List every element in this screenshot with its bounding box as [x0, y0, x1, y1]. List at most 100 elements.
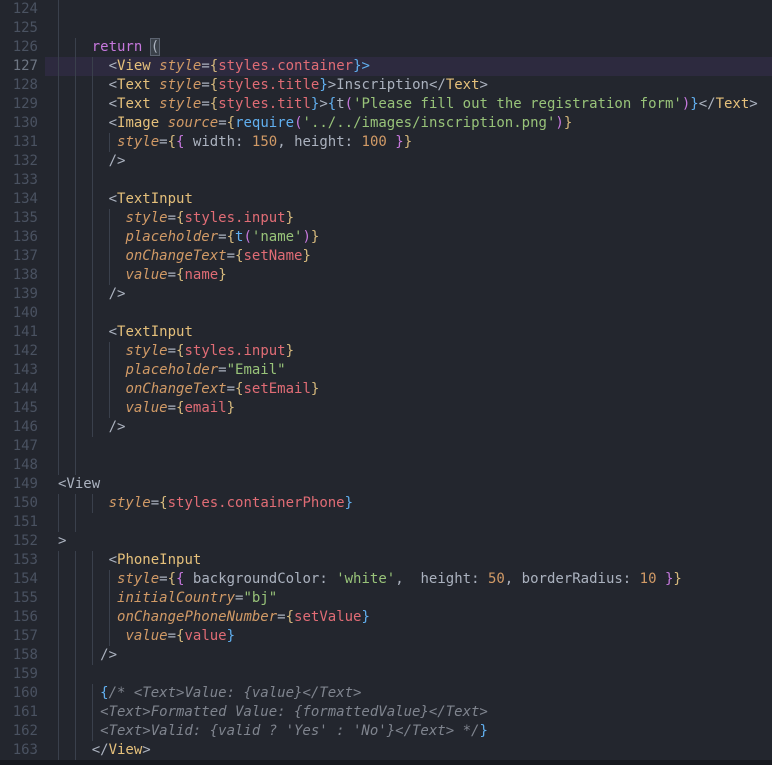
code-line[interactable]: 143 placeholder="Email"	[0, 361, 772, 380]
code-line[interactable]: 131 style={{ width: 150, height: 100 }}	[0, 133, 772, 152]
token-var: styles.container	[218, 58, 353, 74]
code-text: value={value}	[58, 627, 235, 646]
code-line[interactable]: 129 <Text style={styles.titl}>{t('Please…	[0, 95, 772, 114]
token-var: styles.containerPhone	[168, 495, 345, 511]
line-number[interactable]: 160	[0, 684, 38, 703]
token-attr: placeholder	[125, 362, 218, 378]
line-number[interactable]: 128	[0, 76, 38, 95]
token-fg: <	[58, 115, 117, 131]
line-number[interactable]: 144	[0, 380, 38, 399]
line-number[interactable]: 156	[0, 608, 38, 627]
line-number[interactable]: 139	[0, 285, 38, 304]
code-line[interactable]: 160 {/* <Text>Value: {value}</Text>	[0, 684, 772, 703]
line-number[interactable]: 157	[0, 627, 38, 646]
code-line[interactable]: 140	[0, 304, 772, 323]
code-line[interactable]: 125	[0, 19, 772, 38]
code-line[interactable]: 138 value={name}	[0, 266, 772, 285]
code-line[interactable]: 155 initialCountry="bj"	[0, 589, 772, 608]
code-line[interactable]: 150 style={styles.containerPhone}	[0, 494, 772, 513]
code-text: <PhoneInput	[58, 551, 201, 570]
code-text: onChangeText={setEmail}	[58, 380, 319, 399]
code-line[interactable]: 156 onChangePhoneNumber={setValue}	[0, 608, 772, 627]
token-fg: backgroundColor:	[184, 571, 336, 587]
line-number[interactable]: 134	[0, 190, 38, 209]
line-number[interactable]: 148	[0, 456, 38, 475]
token-fg: >	[480, 77, 488, 93]
line-number[interactable]: 143	[0, 361, 38, 380]
code-line[interactable]: 134 <TextInput	[0, 190, 772, 209]
line-number[interactable]: 141	[0, 323, 38, 342]
code-line[interactable]: 161 <Text>Formatted Value: {formattedVal…	[0, 703, 772, 722]
line-number[interactable]: 142	[0, 342, 38, 361]
indent-guide	[58, 304, 59, 323]
line-number[interactable]: 124	[0, 0, 38, 19]
line-number[interactable]: 138	[0, 266, 38, 285]
code-line[interactable]: 144 onChangeText={setEmail}	[0, 380, 772, 399]
line-number[interactable]: 163	[0, 741, 38, 760]
code-line[interactable]: 152>	[0, 532, 772, 551]
line-number[interactable]: 127	[0, 57, 38, 76]
line-number[interactable]: 132	[0, 152, 38, 171]
indent-guide	[58, 513, 59, 532]
code-editor[interactable]: 124125126 return (127 <View style={style…	[0, 0, 772, 765]
code-line[interactable]: 157 value={value}	[0, 627, 772, 646]
token-bb: {	[328, 96, 336, 112]
code-line[interactable]: 142 style={styles.input}	[0, 342, 772, 361]
code-line[interactable]: 139 />	[0, 285, 772, 304]
code-line[interactable]: 128 <Text style={styles.title}>Inscripti…	[0, 76, 772, 95]
code-line[interactable]: 147	[0, 437, 772, 456]
line-number[interactable]: 133	[0, 171, 38, 190]
token-fg: <	[58, 324, 117, 340]
line-number[interactable]: 154	[0, 570, 38, 589]
code-line[interactable]: 148	[0, 456, 772, 475]
line-number[interactable]: 146	[0, 418, 38, 437]
line-number[interactable]: 125	[0, 19, 38, 38]
line-number[interactable]: 137	[0, 247, 38, 266]
line-number[interactable]: 149	[0, 475, 38, 494]
code-line[interactable]: 145 value={email}	[0, 399, 772, 418]
code-line[interactable]: 158 />	[0, 646, 772, 665]
line-number[interactable]: 151	[0, 513, 38, 532]
token-attr: onChangePhoneNumber	[117, 609, 277, 625]
code-line[interactable]: 153 <PhoneInput	[0, 551, 772, 570]
line-number[interactable]: 140	[0, 304, 38, 323]
token-attr: value	[125, 628, 167, 644]
code-line[interactable]: 159	[0, 665, 772, 684]
code-line[interactable]: 124	[0, 0, 772, 19]
line-number[interactable]: 159	[0, 665, 38, 684]
code-line[interactable]: 130 <Image source={require('../../images…	[0, 114, 772, 133]
line-number[interactable]: 152	[0, 532, 38, 551]
line-number[interactable]: 126	[0, 38, 38, 57]
line-number[interactable]: 131	[0, 133, 38, 152]
code-line[interactable]: 162 <Text>Valid: {valid ? 'Yes' : 'No'}<…	[0, 722, 772, 741]
token-attr: initialCountry	[117, 590, 235, 606]
line-number[interactable]: 129	[0, 95, 38, 114]
line-number[interactable]: 153	[0, 551, 38, 570]
code-line[interactable]: 141 <TextInput	[0, 323, 772, 342]
code-line[interactable]: 135 style={styles.input}	[0, 209, 772, 228]
code-line[interactable]: 137 onChangeText={setName}	[0, 247, 772, 266]
line-number[interactable]: 135	[0, 209, 38, 228]
code-line[interactable]: 163 </View>	[0, 741, 772, 760]
line-number[interactable]: 147	[0, 437, 38, 456]
code-line[interactable]: 132 />	[0, 152, 772, 171]
code-line[interactable]: 126 return (	[0, 38, 772, 57]
code-line[interactable]: 151	[0, 513, 772, 532]
line-number[interactable]: 130	[0, 114, 38, 133]
code-line[interactable]: 154 style={{ backgroundColor: 'white', h…	[0, 570, 772, 589]
token-fg	[657, 571, 665, 587]
code-line[interactable]: 133	[0, 171, 772, 190]
token-tag: Text	[446, 77, 480, 93]
line-number[interactable]: 136	[0, 228, 38, 247]
code-line[interactable]: 136 placeholder={t('name')}	[0, 228, 772, 247]
line-number[interactable]: 145	[0, 399, 38, 418]
line-number[interactable]: 155	[0, 589, 38, 608]
code-line[interactable]: 149<View	[0, 475, 772, 494]
line-number[interactable]: 150	[0, 494, 38, 513]
code-line[interactable]: 146 />	[0, 418, 772, 437]
line-number[interactable]: 162	[0, 722, 38, 741]
line-number[interactable]: 158	[0, 646, 38, 665]
line-number[interactable]: 161	[0, 703, 38, 722]
code-line[interactable]: 127 <View style={styles.container}>	[0, 57, 772, 76]
token-var: styles.title	[218, 77, 319, 93]
